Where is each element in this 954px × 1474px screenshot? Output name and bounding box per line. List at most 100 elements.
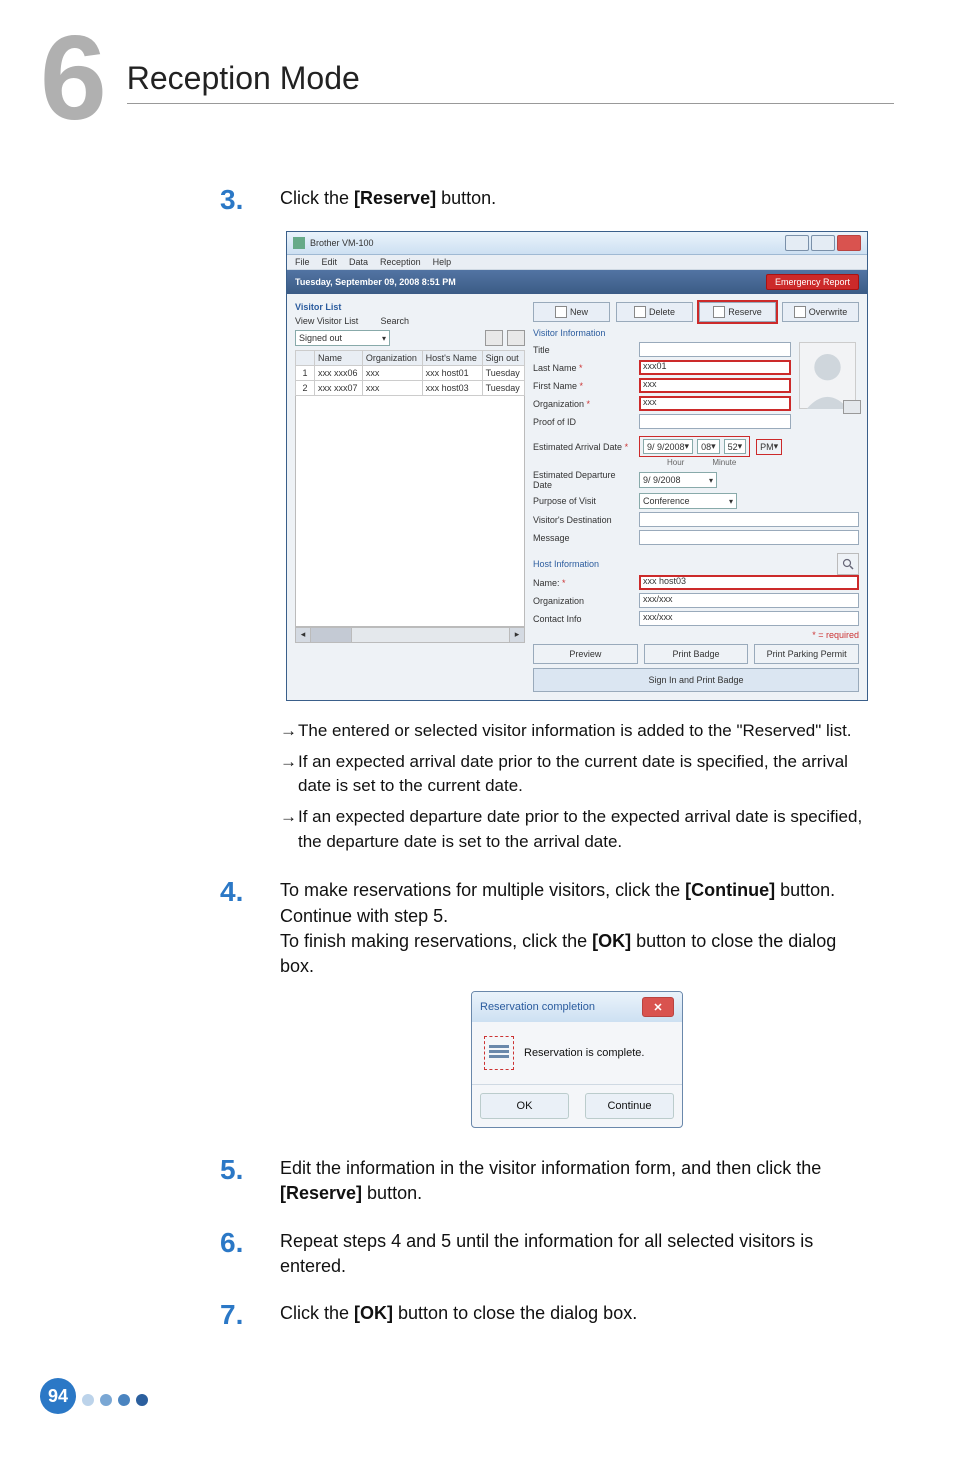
step-3: 3. Click the [Reserve] button. — [220, 176, 874, 219]
sign-in-print-button[interactable]: Sign In and Print Badge — [533, 668, 859, 692]
lastname-field[interactable]: xxx01 — [639, 360, 791, 375]
preview-button[interactable]: Preview — [533, 644, 638, 664]
proof-field[interactable] — [639, 414, 791, 429]
document-icon — [484, 1036, 514, 1070]
menu-data[interactable]: Data — [349, 257, 368, 267]
purpose-dropdown[interactable]: Conference▾ — [639, 493, 737, 509]
dialog-title: Reservation completion — [480, 1001, 642, 1013]
visitor-filter-dropdown[interactable]: Signed out ▾ — [295, 330, 390, 346]
step-5: 5. Edit the information in the visitor i… — [220, 1146, 874, 1206]
arrival-hour-field[interactable]: 08 ▾ — [697, 439, 720, 454]
col-host[interactable]: Host's Name — [422, 351, 482, 366]
chevron-down-icon: ▾ — [685, 441, 690, 452]
menu-file[interactable]: File — [295, 257, 310, 267]
step-text: Click the — [280, 1303, 354, 1323]
import-button[interactable] — [485, 330, 503, 346]
label-proof: Proof of ID — [533, 417, 633, 427]
titlebar: Brother VM-100 — [287, 232, 867, 255]
visitor-list-title: Visitor List — [295, 302, 525, 312]
step-text: button. — [436, 188, 496, 208]
step-7: 7. Click the [OK] button to close the di… — [220, 1291, 874, 1334]
label-firstname: First Name * — [533, 381, 633, 391]
col-blank — [296, 351, 315, 366]
reserve-button[interactable]: Reserve — [699, 302, 776, 322]
camera-icon[interactable] — [843, 400, 861, 414]
dialog-close-button[interactable]: ✕ — [642, 997, 674, 1017]
message-field[interactable] — [639, 530, 859, 545]
cell-name: xxx xxx07 — [315, 381, 363, 396]
step-number: 3. — [220, 176, 280, 219]
table-row[interactable]: 1 xxx xxx06 xxx xxx host01 Tuesday — [296, 366, 525, 381]
print-parking-button[interactable]: Print Parking Permit — [754, 644, 859, 664]
col-name[interactable]: Name — [315, 351, 363, 366]
label-departure: Estimated Departure Date — [533, 470, 633, 490]
step-number: 4. — [220, 868, 280, 979]
note-1: The entered or selected visitor informat… — [280, 719, 874, 744]
window-controls — [785, 235, 861, 251]
host-name-field[interactable]: xxx host03 — [639, 575, 859, 590]
host-lookup-button[interactable] — [837, 553, 859, 575]
col-signout[interactable]: Sign out — [482, 351, 524, 366]
step-text: To finish making reservations, click the — [280, 931, 592, 951]
dialog-continue-button[interactable]: Continue — [585, 1093, 674, 1119]
chevron-down-icon: ▾ — [711, 441, 716, 452]
label-purpose: Purpose of Visit — [533, 496, 633, 506]
minimize-button[interactable] — [785, 235, 809, 251]
step-body: Click the [OK] button to close the dialo… — [280, 1291, 874, 1334]
firstname-field[interactable]: xxx — [639, 378, 791, 393]
cell-name: xxx xxx06 — [315, 366, 363, 381]
dialog-ok-button[interactable]: OK — [480, 1093, 569, 1119]
chevron-down-icon: ▾ — [738, 441, 743, 452]
host-org-field[interactable]: xxx/xxx — [639, 593, 859, 608]
emergency-report-button[interactable]: Emergency Report — [766, 274, 859, 290]
maximize-button[interactable] — [811, 235, 835, 251]
datetime-bar: Tuesday, September 09, 2008 8:51 PM Emer… — [287, 270, 867, 294]
departure-date-field[interactable]: 9/ 9/2008▾ — [639, 472, 717, 488]
dropdown-value: Signed out — [299, 333, 342, 343]
destination-field[interactable] — [639, 512, 859, 527]
chevron-down-icon: ▾ — [774, 441, 779, 452]
host-contact-field[interactable]: xxx/xxx — [639, 611, 859, 626]
scroll-left-icon[interactable]: ◂ — [296, 628, 311, 642]
host-info-title: Host Information — [533, 559, 837, 569]
label-organization: Organization * — [533, 399, 633, 409]
menu-edit[interactable]: Edit — [322, 257, 338, 267]
title-field[interactable] — [639, 342, 791, 357]
cell-signout: Tuesday — [482, 381, 524, 396]
horizontal-scrollbar[interactable]: ◂ ▸ — [295, 627, 525, 643]
decorative-dots — [82, 1394, 148, 1406]
table-row[interactable]: 2 xxx xxx07 xxx xxx host03 Tuesday — [296, 381, 525, 396]
export-button[interactable] — [507, 330, 525, 346]
new-button[interactable]: New — [533, 302, 610, 322]
arrival-minute-field[interactable]: 52 ▾ — [724, 439, 747, 454]
col-organization[interactable]: Organization — [362, 351, 422, 366]
organization-field[interactable]: xxx — [639, 396, 791, 411]
datetime-text: Tuesday, September 09, 2008 8:51 PM — [295, 277, 766, 287]
ampm-field[interactable]: PM ▾ — [756, 439, 782, 455]
menubar: File Edit Data Reception Help — [287, 255, 867, 270]
label-hour: Hour — [667, 458, 684, 467]
page-footer: 94 — [40, 1374, 894, 1414]
visitor-info-title: Visitor Information — [533, 328, 859, 338]
arrival-date-group: 9/ 9/2008 ▾ 08 ▾ 52 ▾ — [639, 436, 750, 457]
delete-button[interactable]: Delete — [616, 302, 693, 322]
arrival-date-field[interactable]: 9/ 9/2008 ▾ — [643, 439, 693, 454]
menu-help[interactable]: Help — [433, 257, 452, 267]
scroll-right-icon[interactable]: ▸ — [509, 628, 524, 642]
step-body: Repeat steps 4 and 5 until the informati… — [280, 1219, 874, 1279]
overwrite-button[interactable]: Overwrite — [782, 302, 859, 322]
close-button[interactable] — [837, 235, 861, 251]
step-text: To make reservations for multiple visito… — [280, 880, 685, 900]
menu-reception[interactable]: Reception — [380, 257, 421, 267]
chevron-down-icon: ▾ — [729, 497, 733, 506]
step-number: 5. — [220, 1146, 280, 1206]
scroll-thumb[interactable] — [311, 628, 352, 642]
cell-org: xxx — [362, 381, 422, 396]
cell-host: xxx host01 — [422, 366, 482, 381]
print-badge-button[interactable]: Print Badge — [644, 644, 749, 664]
cell-org: xxx — [362, 366, 422, 381]
toolbar: New Delete Reserve Overwrite — [533, 302, 859, 322]
label-host-org: Organization — [533, 596, 633, 606]
note-3: If an expected departure date prior to t… — [280, 805, 874, 854]
row-index: 2 — [296, 381, 315, 396]
